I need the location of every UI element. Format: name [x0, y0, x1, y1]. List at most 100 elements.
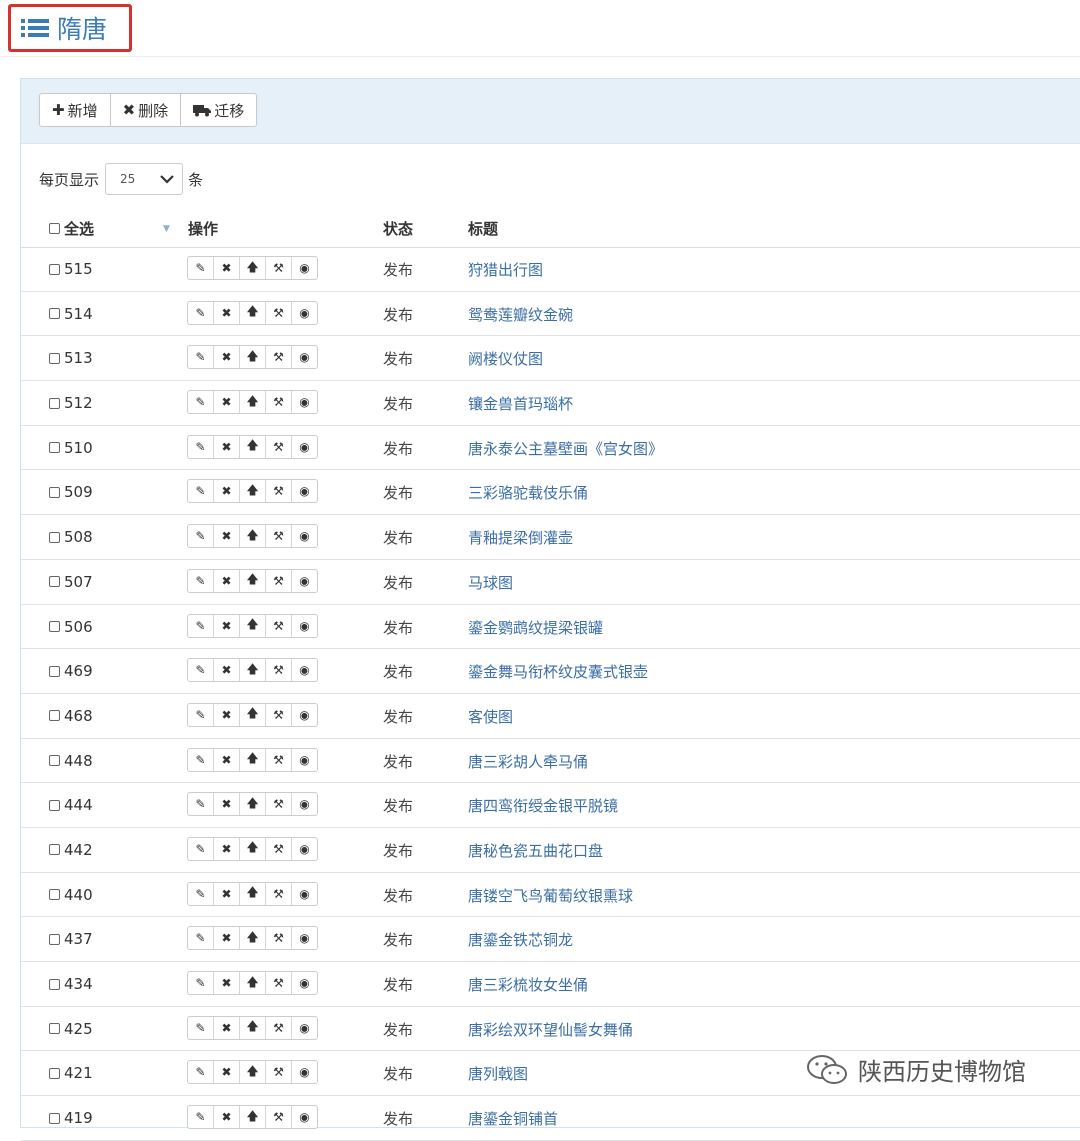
row-title-link[interactable]: 阙楼仪仗图	[468, 348, 543, 369]
row-select[interactable]: 419	[49, 1109, 93, 1127]
header-title[interactable]: 标题	[468, 218, 498, 239]
checkbox[interactable]	[49, 531, 60, 543]
row-select[interactable]: 507	[49, 573, 93, 591]
eye-icon[interactable]: ◉	[292, 257, 317, 279]
row-select[interactable]: 513	[49, 349, 93, 367]
edit-icon[interactable]: ✎	[188, 837, 214, 860]
arrow-up-icon[interactable]: 🡅	[240, 1016, 266, 1039]
arrow-up-icon[interactable]: 🡅	[240, 927, 266, 950]
arrow-up-icon[interactable]: 🡅	[240, 391, 266, 414]
arrow-up-icon[interactable]: 🡅	[240, 793, 266, 816]
delete-icon[interactable]: ✖	[214, 435, 240, 458]
edit-icon[interactable]: ✎	[188, 480, 214, 503]
gavel-icon[interactable]: ⚒	[266, 435, 292, 458]
row-title-link[interactable]: 唐镂空飞鸟葡萄纹银熏球	[468, 885, 633, 906]
eye-icon[interactable]: ◉	[292, 927, 317, 949]
sort-icon[interactable]: ▼	[163, 224, 170, 234]
gavel-icon[interactable]: ⚒	[266, 748, 292, 771]
checkbox[interactable]	[49, 755, 60, 767]
row-title-link[interactable]: 马球图	[468, 572, 513, 593]
checkbox[interactable]	[49, 1112, 60, 1124]
select-all-checkbox[interactable]: 全选	[49, 218, 94, 239]
row-title-link[interactable]: 鸳鸯莲瓣纹金碗	[468, 304, 573, 325]
arrow-up-icon[interactable]: 🡅	[240, 882, 266, 905]
gavel-icon[interactable]: ⚒	[266, 1106, 292, 1129]
row-select[interactable]: 421	[49, 1064, 93, 1082]
arrow-up-icon[interactable]: 🡅	[240, 748, 266, 771]
row-title-link[interactable]: 鎏金鹦鹉纹提梁银罐	[468, 617, 603, 638]
edit-icon[interactable]: ✎	[188, 927, 214, 950]
eye-icon[interactable]: ◉	[292, 972, 317, 994]
row-select[interactable]: 469	[49, 662, 93, 680]
row-select[interactable]: 508	[49, 528, 93, 546]
gavel-icon[interactable]: ⚒	[266, 659, 292, 682]
delete-icon[interactable]: ✖	[214, 703, 240, 726]
row-select[interactable]: 448	[49, 752, 93, 770]
checkbox[interactable]	[49, 1067, 60, 1079]
gavel-icon[interactable]: ⚒	[266, 1016, 292, 1039]
delete-icon[interactable]: ✖	[214, 1016, 240, 1039]
arrow-up-icon[interactable]: 🡅	[240, 435, 266, 458]
eye-icon[interactable]: ◉	[292, 391, 317, 413]
arrow-up-icon[interactable]: 🡅	[240, 346, 266, 369]
arrow-up-icon[interactable]: 🡅	[240, 972, 266, 994]
checkbox[interactable]	[49, 799, 60, 811]
row-select[interactable]: 468	[49, 707, 93, 725]
arrow-up-icon[interactable]: 🡅	[240, 1106, 266, 1129]
row-select[interactable]: 515	[49, 260, 93, 278]
checkbox[interactable]	[49, 710, 60, 722]
row-select[interactable]: 440	[49, 886, 93, 904]
row-select[interactable]: 444	[49, 796, 93, 814]
row-title-link[interactable]: 唐三彩梳妆女坐俑	[468, 974, 588, 995]
delete-icon[interactable]: ✖	[214, 480, 240, 503]
gavel-icon[interactable]: ⚒	[266, 614, 292, 637]
arrow-up-icon[interactable]: 🡅	[240, 257, 266, 279]
gavel-icon[interactable]: ⚒	[266, 927, 292, 950]
row-title-link[interactable]: 唐彩绘双环望仙髻女舞俑	[468, 1019, 633, 1040]
gavel-icon[interactable]: ⚒	[266, 837, 292, 860]
arrow-up-icon[interactable]: 🡅	[240, 525, 266, 548]
page-size-select[interactable]: 25	[105, 163, 184, 195]
edit-icon[interactable]: ✎	[188, 614, 214, 637]
edit-icon[interactable]: ✎	[188, 346, 214, 369]
gavel-icon[interactable]: ⚒	[266, 882, 292, 905]
gavel-icon[interactable]: ⚒	[266, 703, 292, 726]
arrow-up-icon[interactable]: 🡅	[240, 301, 266, 324]
delete-icon[interactable]: ✖	[214, 793, 240, 816]
arrow-up-icon[interactable]: 🡅	[240, 837, 266, 860]
checkbox[interactable]	[49, 933, 60, 945]
arrow-up-icon[interactable]: 🡅	[240, 569, 266, 592]
checkbox[interactable]	[49, 442, 60, 454]
checkbox[interactable]	[49, 308, 60, 320]
edit-icon[interactable]: ✎	[188, 748, 214, 771]
gavel-icon[interactable]: ⚒	[266, 525, 292, 548]
delete-icon[interactable]: ✖	[214, 882, 240, 905]
arrow-up-icon[interactable]: 🡅	[240, 614, 266, 637]
eye-icon[interactable]: ◉	[292, 346, 317, 368]
delete-icon[interactable]: ✖	[214, 391, 240, 414]
row-select[interactable]: 425	[49, 1020, 93, 1038]
row-select[interactable]: 510	[49, 439, 93, 457]
row-select[interactable]: 434	[49, 975, 93, 993]
edit-icon[interactable]: ✎	[188, 525, 214, 548]
eye-icon[interactable]: ◉	[292, 436, 317, 458]
delete-icon[interactable]: ✖	[214, 748, 240, 771]
row-title-link[interactable]: 狩猎出行图	[468, 259, 543, 280]
arrow-up-icon[interactable]: 🡅	[240, 659, 266, 682]
delete-icon[interactable]: ✖	[214, 257, 240, 279]
row-select[interactable]: 509	[49, 483, 93, 501]
delete-icon[interactable]: ✖	[214, 525, 240, 548]
eye-icon[interactable]: ◉	[292, 570, 317, 592]
checkbox[interactable]	[49, 621, 60, 632]
checkbox[interactable]	[49, 665, 60, 677]
checkbox[interactable]	[49, 576, 60, 588]
row-select[interactable]: 442	[49, 841, 93, 859]
checkbox[interactable]	[49, 889, 60, 901]
checkbox[interactable]	[49, 844, 60, 856]
delete-icon[interactable]: ✖	[214, 346, 240, 369]
checkbox[interactable]	[49, 263, 60, 275]
edit-icon[interactable]: ✎	[188, 972, 214, 994]
row-title-link[interactable]: 客使图	[468, 706, 513, 727]
gavel-icon[interactable]: ⚒	[266, 972, 292, 994]
delete-icon[interactable]: ✖	[214, 301, 240, 324]
